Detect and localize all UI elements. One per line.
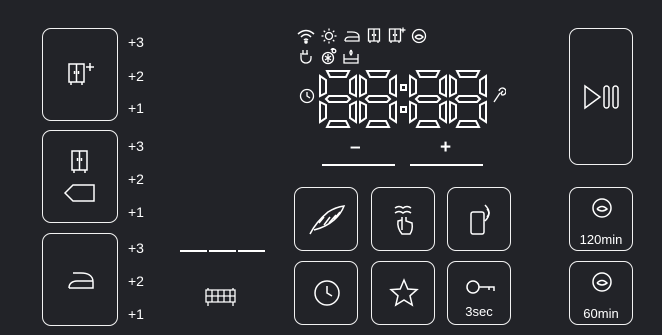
minus-line xyxy=(322,164,395,166)
display-segment xyxy=(327,71,349,77)
sun-icon xyxy=(321,28,337,44)
level-plus1-iron: +1 xyxy=(128,306,144,322)
display-segment xyxy=(450,102,456,122)
display-segment xyxy=(320,102,326,122)
display-segment xyxy=(480,76,486,96)
feather-icon xyxy=(308,204,346,236)
touch-wrinkle-icon xyxy=(390,202,418,236)
iron-dry-button[interactable] xyxy=(42,233,118,326)
display-segment xyxy=(326,96,350,102)
remote-start-button[interactable] xyxy=(447,187,511,251)
display-segment xyxy=(457,121,479,127)
display-segment xyxy=(456,96,480,102)
play-pause-icon xyxy=(582,83,620,111)
phone-signal-icon xyxy=(468,202,494,236)
level-plus1-cupboard-iron: +1 xyxy=(128,204,144,220)
anti-crease-button[interactable] xyxy=(371,187,435,251)
wifi-icon xyxy=(297,28,315,44)
display-segment xyxy=(360,102,366,122)
wardrobe-plus-status-icon xyxy=(388,27,406,44)
drum-clean-icon xyxy=(591,197,613,219)
wardrobe-plus-icon xyxy=(67,61,97,87)
control-panel: +3 +2 +1 +3 +2 +1 +3 +2 +1 – + 3sec 120m… xyxy=(0,0,662,335)
delicate-button[interactable] xyxy=(294,187,358,251)
lint-filter-icon xyxy=(320,48,338,65)
program-dash-3 xyxy=(238,250,265,252)
display-segment xyxy=(416,96,440,102)
display-segment xyxy=(366,96,390,102)
display-segment xyxy=(320,76,326,96)
child-lock-duration-label: 3sec xyxy=(465,304,493,319)
display-segment xyxy=(410,76,416,96)
wardrobe-icon xyxy=(367,28,381,44)
level-plus3-cupboard-iron: +3 xyxy=(128,138,144,154)
drum-clean-120-label: 120min xyxy=(579,232,623,247)
program-dash-1 xyxy=(180,250,207,252)
drum-clean-120-button[interactable]: 120min xyxy=(569,187,633,251)
plus-line xyxy=(410,164,483,166)
display-segment xyxy=(417,121,439,127)
plus-label[interactable]: + xyxy=(440,137,451,159)
level-plus2-iron: +2 xyxy=(128,273,144,289)
delay-timer-button[interactable] xyxy=(294,261,358,325)
iron-icon xyxy=(65,269,97,293)
star-icon xyxy=(389,278,419,308)
timer-icon xyxy=(313,279,341,307)
wrench-icon xyxy=(492,86,506,104)
cupboard-dry-iron-button[interactable] xyxy=(42,130,118,223)
display-segment xyxy=(350,76,356,96)
display-segment xyxy=(440,76,446,96)
level-plus1-cupboard: +1 xyxy=(128,100,144,116)
display-segment xyxy=(440,102,446,122)
display-segment xyxy=(367,71,389,77)
favorite-button[interactable] xyxy=(371,261,435,325)
display-segment xyxy=(450,76,456,96)
display-segment xyxy=(360,76,366,96)
start-pause-button[interactable] xyxy=(569,28,633,165)
drying-rack-icon xyxy=(204,287,237,307)
drum-clean-60-button[interactable]: 60min xyxy=(569,261,633,325)
level-plus2-cupboard-iron: +2 xyxy=(128,171,144,187)
display-segment xyxy=(390,76,396,96)
child-lock-button[interactable]: 3sec xyxy=(447,261,511,325)
water-tank-icon xyxy=(342,48,360,65)
display-segment xyxy=(410,102,416,122)
display-segment xyxy=(367,121,389,127)
drum-clean-60-label: 60min xyxy=(583,306,619,321)
drum-clean-icon xyxy=(591,271,613,293)
tap-icon xyxy=(299,49,313,65)
wardrobe-iron-icon xyxy=(63,149,97,205)
level-plus3-iron: +3 xyxy=(128,240,144,256)
seven-segment-digits xyxy=(318,70,490,128)
key-icon xyxy=(465,278,497,296)
level-plus3-cupboard: +3 xyxy=(128,34,144,50)
display-segment xyxy=(390,102,396,122)
level-plus2-cupboard: +2 xyxy=(128,68,144,84)
display-segment xyxy=(480,102,486,122)
iron-status-icon xyxy=(343,30,361,43)
cupboard-dry-plus-button[interactable] xyxy=(42,28,118,121)
program-dash-2 xyxy=(209,250,236,252)
clock-icon xyxy=(299,88,315,104)
display-segment xyxy=(327,121,349,127)
minus-label[interactable]: – xyxy=(350,137,361,159)
display-segment xyxy=(350,102,356,122)
time-display: 88:88 xyxy=(318,70,490,128)
display-segment xyxy=(417,71,439,77)
drum-icon xyxy=(411,28,427,44)
display-segment xyxy=(457,71,479,77)
